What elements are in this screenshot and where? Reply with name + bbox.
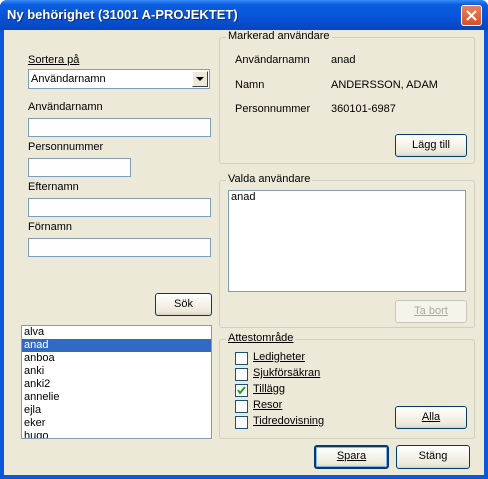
user-list-item[interactable]: anad [22,339,211,352]
attest-checkbox[interactable] [235,352,248,365]
user-list-item[interactable]: anki2 [22,378,211,391]
user-list-item[interactable]: anboa [22,352,211,365]
selected-users-listbox[interactable]: anad [228,190,466,292]
user-list-item[interactable]: hugo [22,430,211,438]
selected-users-group-title: Valda användare [226,173,313,185]
user-list-item[interactable]: alva [22,326,211,339]
search-button[interactable]: Sök [155,293,212,316]
efternamn-label: Efternamn [28,181,79,193]
selected-users-group: Valda användare anad Ta bort [219,173,475,328]
user-listbox[interactable]: alva anad anboa anki anki2 annelie ejla eker hug… [21,325,212,439]
marked-username-label: Användarnamn [235,54,310,66]
dialog-body: Sortera på Användarnamn Användarnamn Per… [4,30,484,475]
close-icon [466,10,477,21]
chevron-down-icon [196,77,204,81]
personnummer-label: Personnummer [28,141,104,153]
save-button[interactable]: Spara [314,445,389,469]
fornamn-label: Förnamn [28,221,73,233]
attest-checkbox[interactable] [235,400,248,413]
attest-option-label: Tillägg [253,383,285,395]
user-list-item[interactable]: ejla [22,404,211,417]
marked-name-value: ANDERSSON, ADAM [331,79,438,91]
username-input[interactable] [28,118,211,137]
remove-button[interactable]: Ta bort [395,300,467,323]
checkmark-icon [237,386,246,395]
user-list-item[interactable]: anki [22,365,211,378]
user-list-item[interactable]: eker [22,417,211,430]
attest-group: Attestområde Ledigheter Sjukförsäkran Till… [219,332,475,439]
attest-group-title: Attestområde [226,332,296,344]
attest-checkbox[interactable] [235,368,248,381]
dropdown-arrow-button[interactable] [192,71,208,87]
attest-option-label: Ledigheter [253,351,305,363]
close-button[interactable] [461,5,482,26]
marked-username-value: anad [331,54,356,66]
dialog-window: Ny behörighet (31001 A-PROJEKTET) Sorter… [0,0,488,479]
sort-select[interactable]: Användarnamn [28,69,210,89]
marked-pnr-value: 360101-6987 [331,103,396,115]
marked-user-group: Markerad användare Användarnamn anad Nam… [219,30,475,164]
username-label: Användarnamn [28,101,103,113]
all-button[interactable]: Alla [395,406,467,429]
personnummer-input[interactable] [28,158,131,177]
attest-option-label: Tidredovisning [253,415,325,427]
attest-checkbox[interactable] [235,416,248,429]
close-dialog-button[interactable]: Stäng [396,445,470,469]
attest-option-label: Resor [253,399,283,411]
fornamn-input[interactable] [28,238,211,257]
marked-name-label: Namn [235,79,265,91]
marked-pnr-label: Personnummer [235,103,311,115]
add-button[interactable]: Lägg till [395,134,467,157]
marked-user-group-title: Markerad användare [226,30,332,42]
window-title: Ny behörighet (31001 A-PROJEKTET) [7,7,238,22]
user-list-item[interactable]: annelie [22,391,211,404]
title-bar[interactable]: Ny behörighet (31001 A-PROJEKTET) [0,0,488,30]
selected-user-item[interactable]: anad [229,191,465,204]
attest-checkbox[interactable] [235,384,248,397]
sort-label: Sortera på [28,54,80,66]
attest-option-label: Sjukförsäkran [253,367,321,379]
efternamn-input[interactable] [28,198,211,217]
sort-select-value: Användarnamn [31,73,106,85]
